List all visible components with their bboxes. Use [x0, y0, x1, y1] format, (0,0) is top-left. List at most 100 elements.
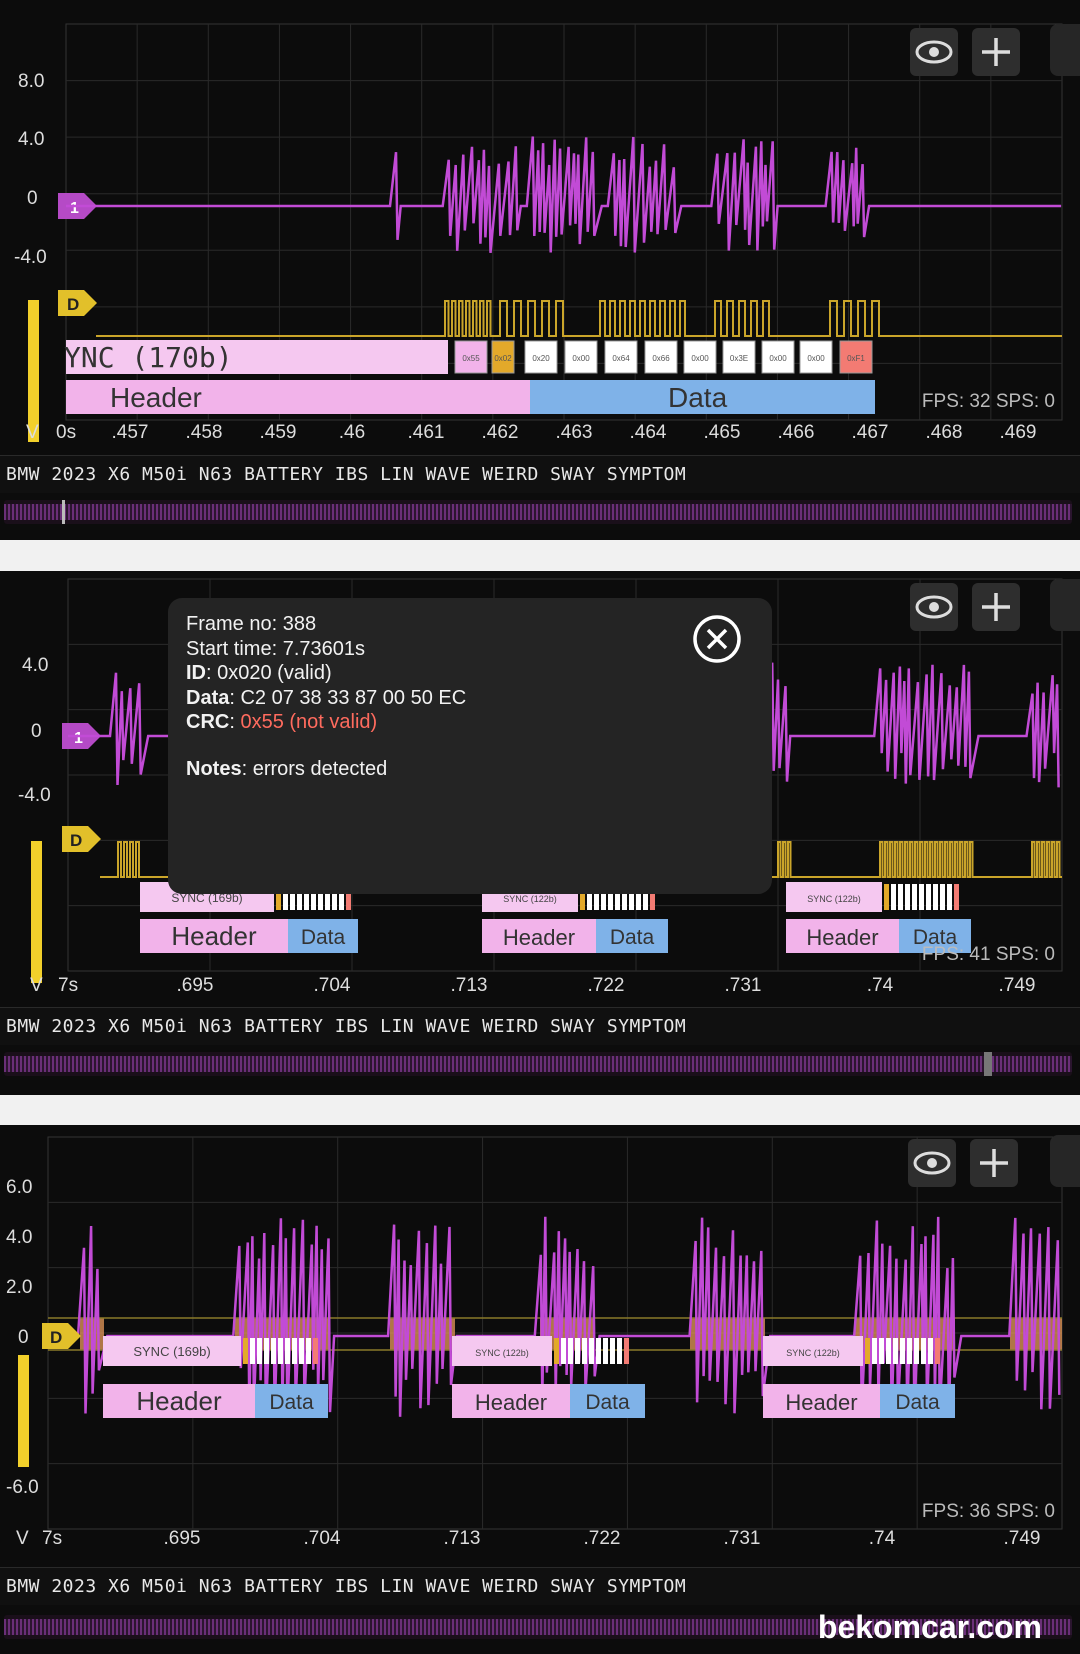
- x-tick: .74: [867, 975, 894, 996]
- header-label: Header: [171, 921, 257, 951]
- side-panel-handle[interactable]: [1050, 579, 1080, 631]
- byte-field: [919, 884, 924, 910]
- fps-readout: FPS: 41 SPS: 0: [922, 944, 1055, 965]
- byte-field: [243, 1338, 248, 1364]
- byte-field[interactable]: 0x00: [683, 340, 717, 374]
- byte-field: [872, 1338, 877, 1364]
- side-panel-handle[interactable]: [1050, 24, 1080, 76]
- close-popup-button[interactable]: [692, 614, 742, 664]
- frame-data: Data: C2 07 38 33 87 00 50 EC: [186, 686, 772, 711]
- toggle-visibility-button[interactable]: [910, 28, 958, 76]
- byte-field[interactable]: 0x00: [799, 340, 833, 374]
- x-tick: .704: [314, 975, 351, 996]
- byte-field: [610, 1338, 615, 1364]
- byte-field[interactable]: 0x02: [491, 340, 515, 374]
- byte-field[interactable]: 0x3E: [722, 340, 756, 374]
- sync-field-label: SYNC (122b): [503, 894, 557, 904]
- x-tick: .731: [725, 975, 762, 996]
- byte-field: [624, 1338, 629, 1364]
- data-label: Data: [895, 1391, 940, 1414]
- byte-field: [912, 884, 917, 910]
- frame-crc-value: 0x55 (not valid): [240, 711, 378, 733]
- byte-field[interactable]: 0x64: [604, 340, 638, 374]
- byte-field: [568, 1338, 573, 1364]
- sync-field-label: SYNC (122b): [786, 1348, 840, 1358]
- byte-field: [907, 1338, 912, 1364]
- sync-field-label: SYNC (169b): [133, 1344, 210, 1359]
- x-tick: .713: [451, 975, 488, 996]
- byte-field: [891, 884, 896, 910]
- toggle-visibility-button[interactable]: [910, 583, 958, 631]
- decoder-level-bar: [18, 1355, 29, 1467]
- frame-notes: Notes: errors detected: [186, 757, 772, 782]
- byte-value: 0x55: [462, 354, 480, 363]
- header-label: Header: [785, 1390, 857, 1415]
- x-tick: .468: [926, 422, 963, 443]
- header-label: Header: [136, 1386, 222, 1416]
- x-tick: .463: [556, 422, 593, 443]
- frame-id-value: : 0x020 (valid): [206, 662, 332, 684]
- byte-value: 0x66: [652, 354, 670, 363]
- byte-field[interactable]: 0x20: [524, 340, 558, 374]
- timeline-position-marker[interactable]: [62, 500, 65, 524]
- decoded-frame[interactable]: SYNC (122b)Header Data: [786, 882, 971, 953]
- x-tick: .462: [482, 422, 519, 443]
- byte-field: [603, 1338, 608, 1364]
- timeline-scrubber[interactable]: [4, 500, 1072, 524]
- side-panel-handle[interactable]: [1050, 1135, 1080, 1187]
- x-tick: 7s: [58, 975, 78, 996]
- sync-field-label: SYNC (122b): [807, 894, 861, 904]
- x-axis-ticks: 0s .457 .458 .459 .46 .461 .462 .463 .464 .465 .46…: [56, 422, 1036, 443]
- eye-icon: [915, 40, 953, 64]
- recording-title: BMW 2023 X6 M50i N63 BATTERY IBS LIN WAV…: [0, 455, 1080, 493]
- add-channel-button[interactable]: [972, 583, 1020, 631]
- byte-field: [278, 1338, 283, 1364]
- plus-icon: [980, 1149, 1008, 1177]
- x-tick: .722: [588, 975, 625, 996]
- byte-field: [257, 1338, 262, 1364]
- x-tick: .695: [177, 975, 214, 996]
- frame-data-label: Data: [186, 686, 230, 709]
- byte-value: 0x3E: [730, 354, 748, 363]
- frame-details-popup: Frame no: 388 Start time: 7.73601s ID: 0…: [168, 598, 772, 894]
- recording-title: BMW 2023 X6 M50i N63 BATTERY IBS LIN WAV…: [0, 1567, 1080, 1605]
- byte-field: [561, 1338, 566, 1364]
- byte-field[interactable]: 0xF1: [839, 340, 873, 374]
- toggle-visibility-button[interactable]: [908, 1139, 956, 1187]
- byte-value: 0x02: [494, 354, 512, 363]
- y-tick: 0: [18, 1327, 29, 1348]
- add-channel-button[interactable]: [970, 1139, 1018, 1187]
- x-tick: .459: [260, 422, 297, 443]
- byte-field[interactable]: 0x55: [454, 340, 488, 374]
- byte-value: 0x00: [769, 354, 787, 363]
- byte-field[interactable]: 0x66: [644, 340, 678, 374]
- byte-field: [313, 1338, 318, 1364]
- waveform-view[interactable]: 6.0 4.0 2.0 0 -6.0 D SYNC (169b) Header Da…: [0, 1125, 1080, 1555]
- byte-field: [589, 1338, 594, 1364]
- x-tick: 7s: [42, 1528, 62, 1549]
- byte-field: [898, 884, 903, 910]
- byte-field: [306, 1338, 311, 1364]
- x-tick: .46: [339, 422, 365, 443]
- x-tick: .749: [1004, 1528, 1041, 1549]
- byte-field[interactable]: 0x00: [761, 340, 795, 374]
- timeline-position-marker[interactable]: [984, 1052, 992, 1076]
- decoded-frame[interactable]: SYNC (122b)Header Data: [452, 1336, 645, 1418]
- y-tick: 8.0: [18, 71, 44, 92]
- decoder-label: D: [70, 831, 82, 850]
- byte-value: 0x20: [532, 354, 550, 363]
- byte-field: [940, 884, 945, 910]
- data-label: Data: [610, 926, 655, 949]
- byte-field[interactable]: 0x00: [564, 340, 598, 374]
- byte-field: [900, 1338, 905, 1364]
- add-channel-button[interactable]: [972, 28, 1020, 76]
- x-tick: .458: [186, 422, 223, 443]
- byte-field: [617, 1338, 622, 1364]
- byte-field: [921, 1338, 926, 1364]
- byte-field: [582, 1338, 587, 1364]
- y-tick: 4.0: [18, 129, 44, 150]
- timeline-scrubber[interactable]: [4, 1052, 1072, 1076]
- plus-icon: [982, 38, 1010, 66]
- x-axis-ticks: 7s .695 .704 .713 .722 .731 .74 .749: [42, 1528, 1040, 1549]
- x-tick: 0s: [56, 422, 76, 443]
